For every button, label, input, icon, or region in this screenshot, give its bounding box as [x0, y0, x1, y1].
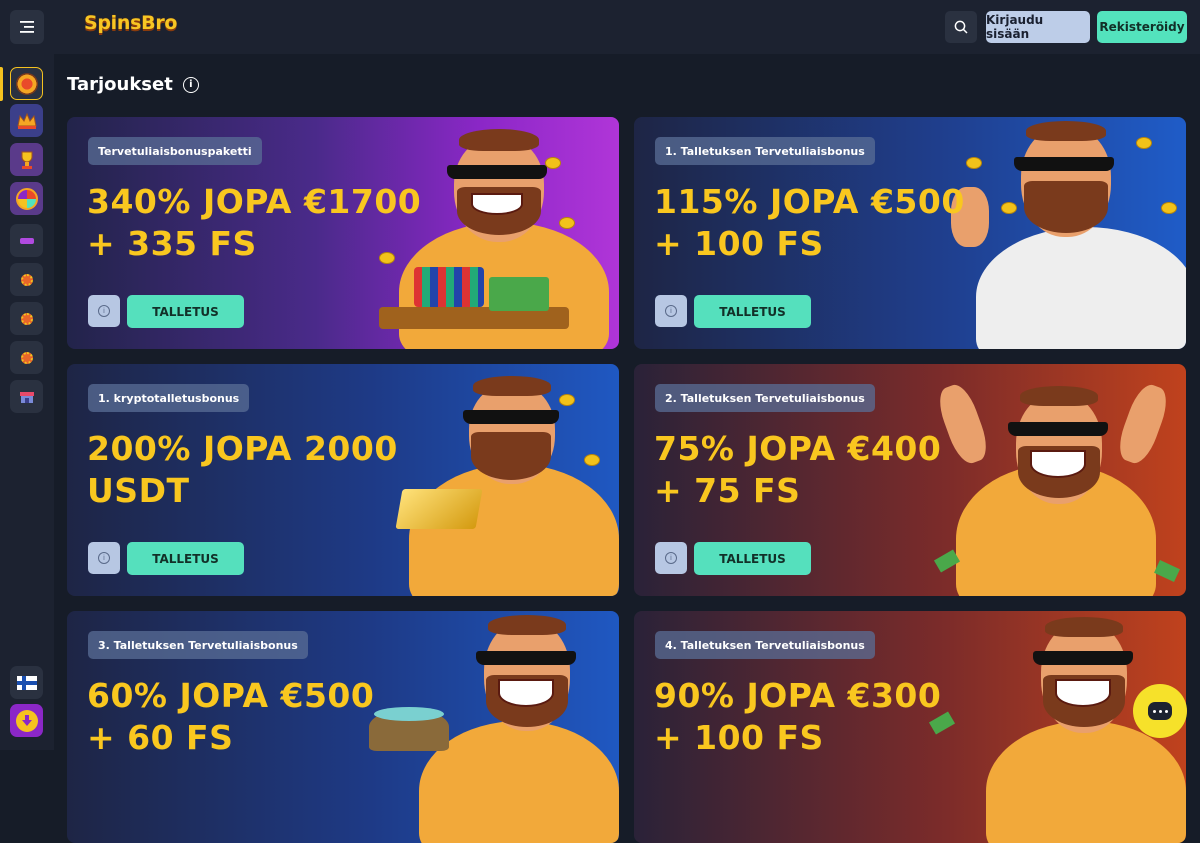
- offer-info-button[interactable]: i: [88, 295, 120, 327]
- sidebar-item-promotions[interactable]: [10, 67, 43, 100]
- info-icon: i: [665, 552, 677, 564]
- offer-badge: 2. Talletuksen Tervetuliaisbonus: [655, 384, 875, 412]
- offer-line-2: + 100 FS: [654, 718, 824, 757]
- offer-card-second-deposit[interactable]: 2. Talletuksen Tervetuliaisbonus 75% JOP…: [634, 364, 1186, 596]
- offer-card-fourth-deposit[interactable]: 4. Talletuksen Tervetuliaisbonus 90% JOP…: [634, 611, 1186, 843]
- offer-line-1: 75% JOPA €400: [654, 429, 942, 468]
- register-button[interactable]: Rekisteröidy: [1097, 11, 1187, 43]
- chat-icon: [1148, 702, 1172, 720]
- games-icon: [19, 237, 34, 244]
- offer-line-2: + 335 FS: [87, 224, 257, 263]
- info-icon: i: [98, 305, 110, 317]
- offer-badge: Tervetuliaisbonuspaketti: [88, 137, 262, 165]
- sidebar-item-casino[interactable]: [10, 263, 43, 296]
- live-chat-button[interactable]: [1133, 684, 1187, 738]
- page-title: Tarjoukset: [67, 74, 173, 95]
- vip-crown-icon: [16, 112, 37, 129]
- offer-headline: 90% JOPA €300 + 100 FS: [654, 675, 1014, 759]
- offer-card-third-deposit[interactable]: 3. Talletuksen Tervetuliaisbonus 60% JOP…: [67, 611, 619, 843]
- casino-chip-icon: [20, 273, 33, 286]
- sidebar: [0, 54, 54, 750]
- offer-info-button[interactable]: i: [655, 295, 687, 327]
- offer-card-first-deposit[interactable]: 1. Talletuksen Tervetuliaisbonus 115% JO…: [634, 117, 1186, 349]
- sidebar-item-vip[interactable]: [10, 104, 43, 137]
- sidebar-item-shop[interactable]: [10, 380, 43, 413]
- hamburger-menu-icon: [20, 21, 34, 33]
- download-app-icon: [15, 709, 38, 732]
- shop-icon: [19, 391, 34, 403]
- offer-line-1: 60% JOPA €500: [87, 676, 375, 715]
- top-bar: SpinsBro Kirjaudu sisään Rekisteröidy: [0, 0, 1200, 54]
- sidebar-item-live-casino[interactable]: [10, 302, 43, 335]
- offer-headline: 200% JOPA 2000 USDT: [87, 428, 447, 512]
- offer-line-2: + 100 FS: [654, 224, 824, 263]
- deposit-button[interactable]: TALLETUS: [127, 295, 244, 328]
- deposit-button[interactable]: TALLETUS: [127, 542, 244, 575]
- offer-card-crypto-deposit[interactable]: 1. kryptotalletusbonus 200% JOPA 2000 US…: [67, 364, 619, 596]
- deposit-button[interactable]: TALLETUS: [694, 542, 811, 575]
- offer-line-1: 340% JOPA €1700: [87, 182, 422, 221]
- offer-line-1: 90% JOPA €300: [654, 676, 942, 715]
- offer-badge: 4. Talletuksen Tervetuliaisbonus: [655, 631, 875, 659]
- info-icon: i: [665, 305, 677, 317]
- offer-headline: 340% JOPA €1700 + 335 FS: [87, 181, 447, 265]
- wheel-of-fortune-icon: [15, 187, 38, 210]
- site-logo[interactable]: SpinsBro: [84, 12, 177, 34]
- sidebar-item-games[interactable]: [10, 224, 43, 257]
- info-icon: i: [98, 552, 110, 564]
- offer-info-button[interactable]: i: [88, 542, 120, 574]
- sidebar-item-jackpots[interactable]: [10, 341, 43, 374]
- offer-line-1: 200% JOPA 2000: [87, 429, 398, 468]
- promotions-icon: [15, 72, 38, 95]
- deposit-button[interactable]: TALLETUS: [694, 295, 811, 328]
- offer-info-button[interactable]: i: [655, 542, 687, 574]
- offer-badge: 3. Talletuksen Tervetuliaisbonus: [88, 631, 308, 659]
- menu-toggle-button[interactable]: [10, 10, 44, 44]
- offer-card-welcome-package[interactable]: Tervetuliaisbonuspaketti 340% JOPA €1700…: [67, 117, 619, 349]
- jackpot-icon: [20, 351, 33, 364]
- offer-headline: 75% JOPA €400 + 75 FS: [654, 428, 1014, 512]
- offer-line-2: + 60 FS: [87, 718, 234, 757]
- sidebar-item-wheel[interactable]: [10, 182, 43, 215]
- offer-line-2: + 75 FS: [654, 471, 801, 510]
- active-indicator: [0, 67, 3, 101]
- search-icon: [954, 20, 968, 34]
- offer-line-2: USDT: [87, 471, 190, 510]
- search-button[interactable]: [945, 11, 977, 43]
- offer-line-1: 115% JOPA €500: [654, 182, 965, 221]
- sidebar-item-download-app[interactable]: [10, 704, 43, 737]
- login-button[interactable]: Kirjaudu sisään: [986, 11, 1090, 43]
- offer-headline: 60% JOPA €500 + 60 FS: [87, 675, 447, 759]
- finland-flag-icon: [16, 675, 37, 690]
- info-icon[interactable]: i: [182, 76, 199, 93]
- sidebar-item-tournaments[interactable]: [10, 143, 43, 176]
- offer-headline: 115% JOPA €500 + 100 FS: [654, 181, 1014, 265]
- page-title-row: Tarjoukset i: [67, 74, 199, 95]
- sidebar-item-language[interactable]: [10, 666, 43, 699]
- tournament-trophy-icon: [21, 151, 32, 169]
- offer-badge: 1. Talletuksen Tervetuliaisbonus: [655, 137, 875, 165]
- live-casino-icon: [20, 312, 33, 325]
- offer-badge: 1. kryptotalletusbonus: [88, 384, 250, 412]
